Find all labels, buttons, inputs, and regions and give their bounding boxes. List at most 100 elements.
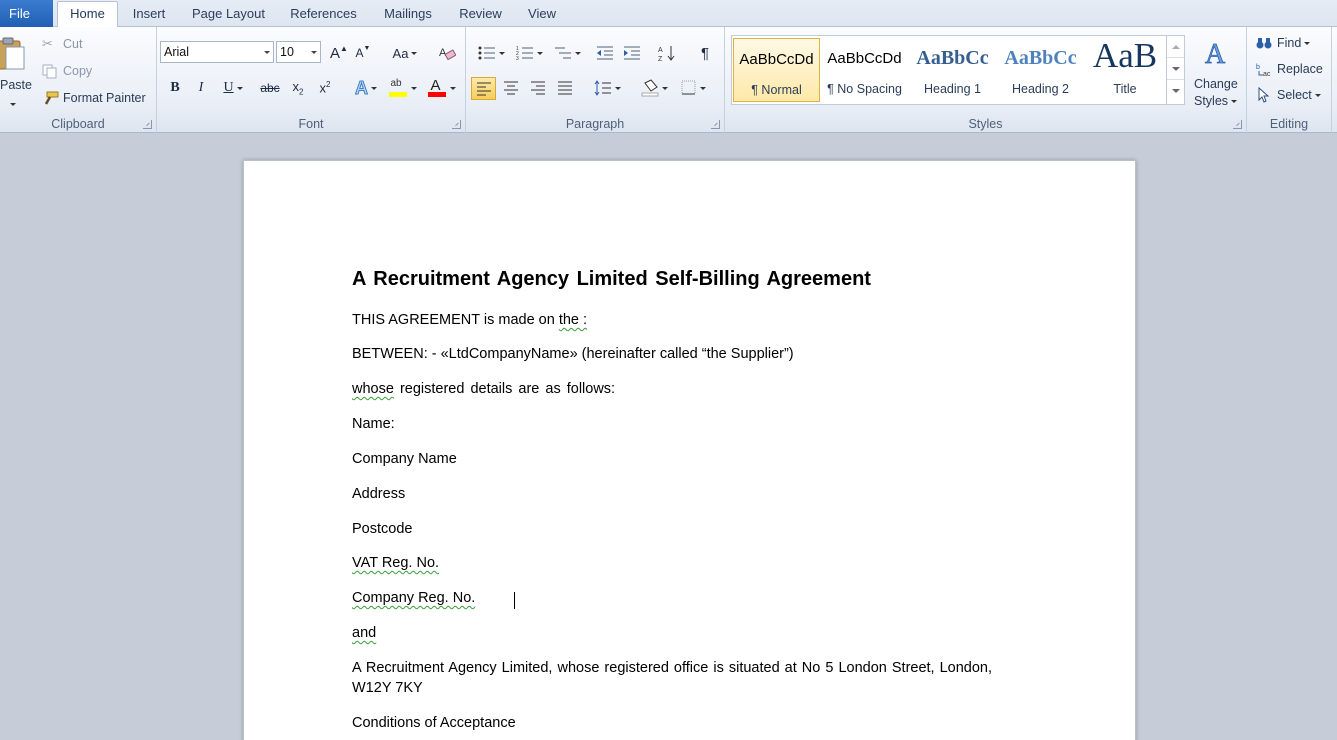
font-group: Arial 10 A▲ A▼ Aa A B I U abc x2 x2 A [157,27,466,133]
clear-formatting-icon: A [439,47,456,61]
style-name: ¶ No Spacing [827,82,902,96]
tab-review[interactable]: Review [451,0,510,27]
font-dialog-launcher-icon[interactable] [452,120,461,129]
style-sample: AaBbCc [1004,47,1077,69]
select-label: Select [1277,88,1321,102]
scissors-icon: ✂ [42,36,53,51]
paragraph-company-name: Company Name [352,451,457,467]
line-spacing-button[interactable] [590,77,624,99]
paragraph-name: Name: [352,416,395,432]
justify-icon [558,81,572,95]
shrink-font-icon: A [355,46,364,60]
style-title[interactable]: AaB Title [1085,36,1165,102]
svg-text:ac: ac [1263,71,1271,77]
bullets-button[interactable] [474,42,508,64]
ribbon-tab-bar: File Home Insert Page Layout References … [0,0,1337,28]
paragraph-group-label: Paragraph [565,117,625,131]
clear-formatting-button[interactable]: A [436,42,458,64]
change-styles-label-2: Styles [1194,94,1238,108]
paragraph-agency-address-line2: W12Y 7KY [352,680,423,696]
paste-button[interactable]: Paste [0,33,32,108]
chevron-down-icon [308,42,320,62]
superscript-button[interactable]: x2 [314,77,336,99]
underline-button[interactable]: U [218,77,248,99]
align-right-button[interactable] [526,77,550,99]
gallery-more-icon[interactable] [1167,80,1184,102]
borders-button[interactable] [676,77,710,99]
tab-page-layout[interactable]: Page Layout [183,0,274,27]
grow-font-icon: A [330,44,341,62]
clipboard-group-label: Clipboard [51,117,105,131]
multilevel-list-button[interactable] [550,42,584,64]
svg-text:b: b [1256,64,1260,71]
gallery-scrollbar[interactable] [1166,36,1184,104]
numbering-button[interactable]: 123 [512,42,546,64]
tab-view[interactable]: View [518,0,566,27]
select-button[interactable]: Select [1256,86,1328,106]
find-button[interactable]: Find [1256,34,1328,54]
style-sample: AaBbCcDd [827,50,902,67]
font-color-button[interactable]: A [423,77,459,99]
text-cursor [514,592,515,609]
chevron-down-icon[interactable] [1167,58,1184,80]
strikethrough-button[interactable]: abc [257,77,283,99]
paragraph-agreement-date: THIS AGREEMENT is made on the : [352,312,588,328]
font-size-select[interactable]: 10 [276,41,321,63]
change-styles-button[interactable]: A Change Styles [1191,35,1243,111]
tab-home[interactable]: Home [57,1,118,28]
style-heading-2[interactable]: AaBbCc Heading 2 [997,38,1084,102]
paragraph-address: Address [352,486,406,502]
subscript-button[interactable]: x2 [287,77,309,99]
align-left-button[interactable] [471,77,496,100]
tab-insert[interactable]: Insert [122,0,176,27]
increase-indent-button[interactable] [621,42,643,64]
font-family-value: Arial [164,45,190,59]
highlight-color-button[interactable]: ab [385,77,419,99]
italic-button[interactable]: I [190,77,212,99]
align-right-icon [531,81,545,95]
document-page[interactable]: A Recruitment Agency Limited Self-Billin… [243,160,1136,740]
clipboard-dialog-launcher-icon[interactable] [143,120,152,129]
format-painter-button[interactable]: Format Painter [42,90,152,108]
sort-button[interactable]: AZ [656,42,678,64]
justify-button[interactable] [553,77,577,99]
replace-button[interactable]: b ac Replace [1256,60,1332,80]
paragraph-company-reg-no: Company Reg. No. [352,590,476,606]
shrink-font-button[interactable]: A ▼ [353,42,373,64]
shading-button[interactable] [637,77,671,99]
superscript-icon: x2 [319,80,331,96]
paste-dropdown-icon [10,103,16,106]
replace-label: Replace [1277,62,1323,76]
tab-references[interactable]: References [282,0,365,27]
style-name: ¶ Normal [751,83,802,97]
align-center-button[interactable] [499,77,523,99]
paragraph-vat-reg-no: VAT Reg. No. [352,555,440,571]
tab-file[interactable]: File [0,0,53,27]
decrease-indent-button[interactable] [594,42,616,64]
grow-font-button[interactable]: A ▲ [328,42,350,64]
style-sample: AaB [1092,36,1158,75]
font-group-label: Font [298,117,324,131]
style-normal[interactable]: AaBbCcDd ¶ Normal [733,38,820,102]
subscript-icon: x2 [292,79,304,97]
style-no-spacing[interactable]: AaBbCcDd ¶ No Spacing [821,38,908,102]
copy-icon [42,64,57,79]
style-name: Heading 2 [1012,82,1069,96]
clipboard-icon [0,37,25,70]
tab-mailings[interactable]: Mailings [373,0,443,27]
paragraph-dialog-launcher-icon[interactable] [711,120,720,129]
change-case-button[interactable]: Aa [390,42,420,64]
align-left-icon [476,82,491,95]
paragraph-and: and [352,625,377,641]
multilevel-list-icon [554,47,571,59]
find-label: Find [1277,36,1311,50]
font-family-select[interactable]: Arial [160,41,274,63]
show-hide-marks-button[interactable]: ¶ [694,42,716,64]
chevron-up-icon[interactable] [1167,36,1184,58]
style-heading-1[interactable]: AaBbCc Heading 1 [909,38,996,102]
cursor-arrow-icon [1258,87,1270,103]
text-effects-icon: A [355,77,369,98]
bold-button[interactable]: B [164,77,186,99]
styles-dialog-launcher-icon[interactable] [1233,120,1242,129]
text-effects-button[interactable]: A [350,77,382,99]
